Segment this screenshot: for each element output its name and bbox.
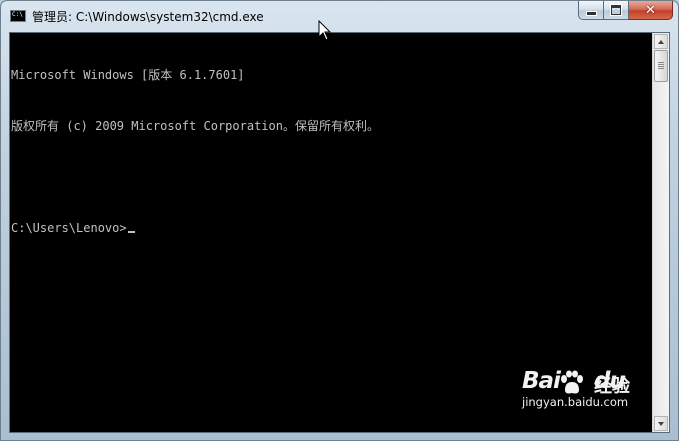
minimize-button[interactable]	[578, 1, 604, 20]
scroll-down-arrow-icon	[658, 421, 664, 426]
title-bar[interactable]: 管理员: C:\Windows\system32\cmd.exe ✕	[1, 1, 678, 32]
console-line-version: Microsoft Windows [版本 6.1.7601]	[11, 68, 245, 82]
text-cursor	[127, 231, 135, 233]
mouse-pointer-icon	[318, 20, 332, 41]
baidu-paw-icon	[561, 370, 583, 394]
scroll-up-arrow-icon	[658, 39, 664, 44]
caption-buttons: ✕	[578, 1, 673, 21]
close-button[interactable]: ✕	[629, 1, 673, 20]
minimize-icon	[586, 12, 596, 15]
close-icon: ✕	[645, 2, 656, 18]
window-title: 管理员: C:\Windows\system32\cmd.exe	[32, 10, 264, 24]
console-prompt-line[interactable]: C:\Users\Lenovo>	[11, 220, 654, 237]
scroll-thumb[interactable]	[654, 50, 668, 82]
watermark-brand-left: Bai	[522, 368, 561, 394]
cmd-console-icon[interactable]	[10, 10, 26, 22]
console-prompt: C:\Users\Lenovo>	[11, 221, 127, 235]
console-line-copyright: 版权所有 (c) 2009 Microsoft Corporation。保留所有…	[11, 119, 379, 133]
vertical-scrollbar[interactable]	[652, 33, 669, 432]
scroll-down-button[interactable]	[654, 416, 668, 431]
maximize-icon	[611, 5, 621, 15]
maximize-button[interactable]	[604, 1, 629, 20]
scroll-up-button[interactable]	[654, 34, 668, 49]
baidu-jingyan-watermark: Bai du 经验 jingyan.baidu.com	[522, 368, 644, 409]
watermark-url: jingyan.baidu.com	[522, 395, 629, 409]
